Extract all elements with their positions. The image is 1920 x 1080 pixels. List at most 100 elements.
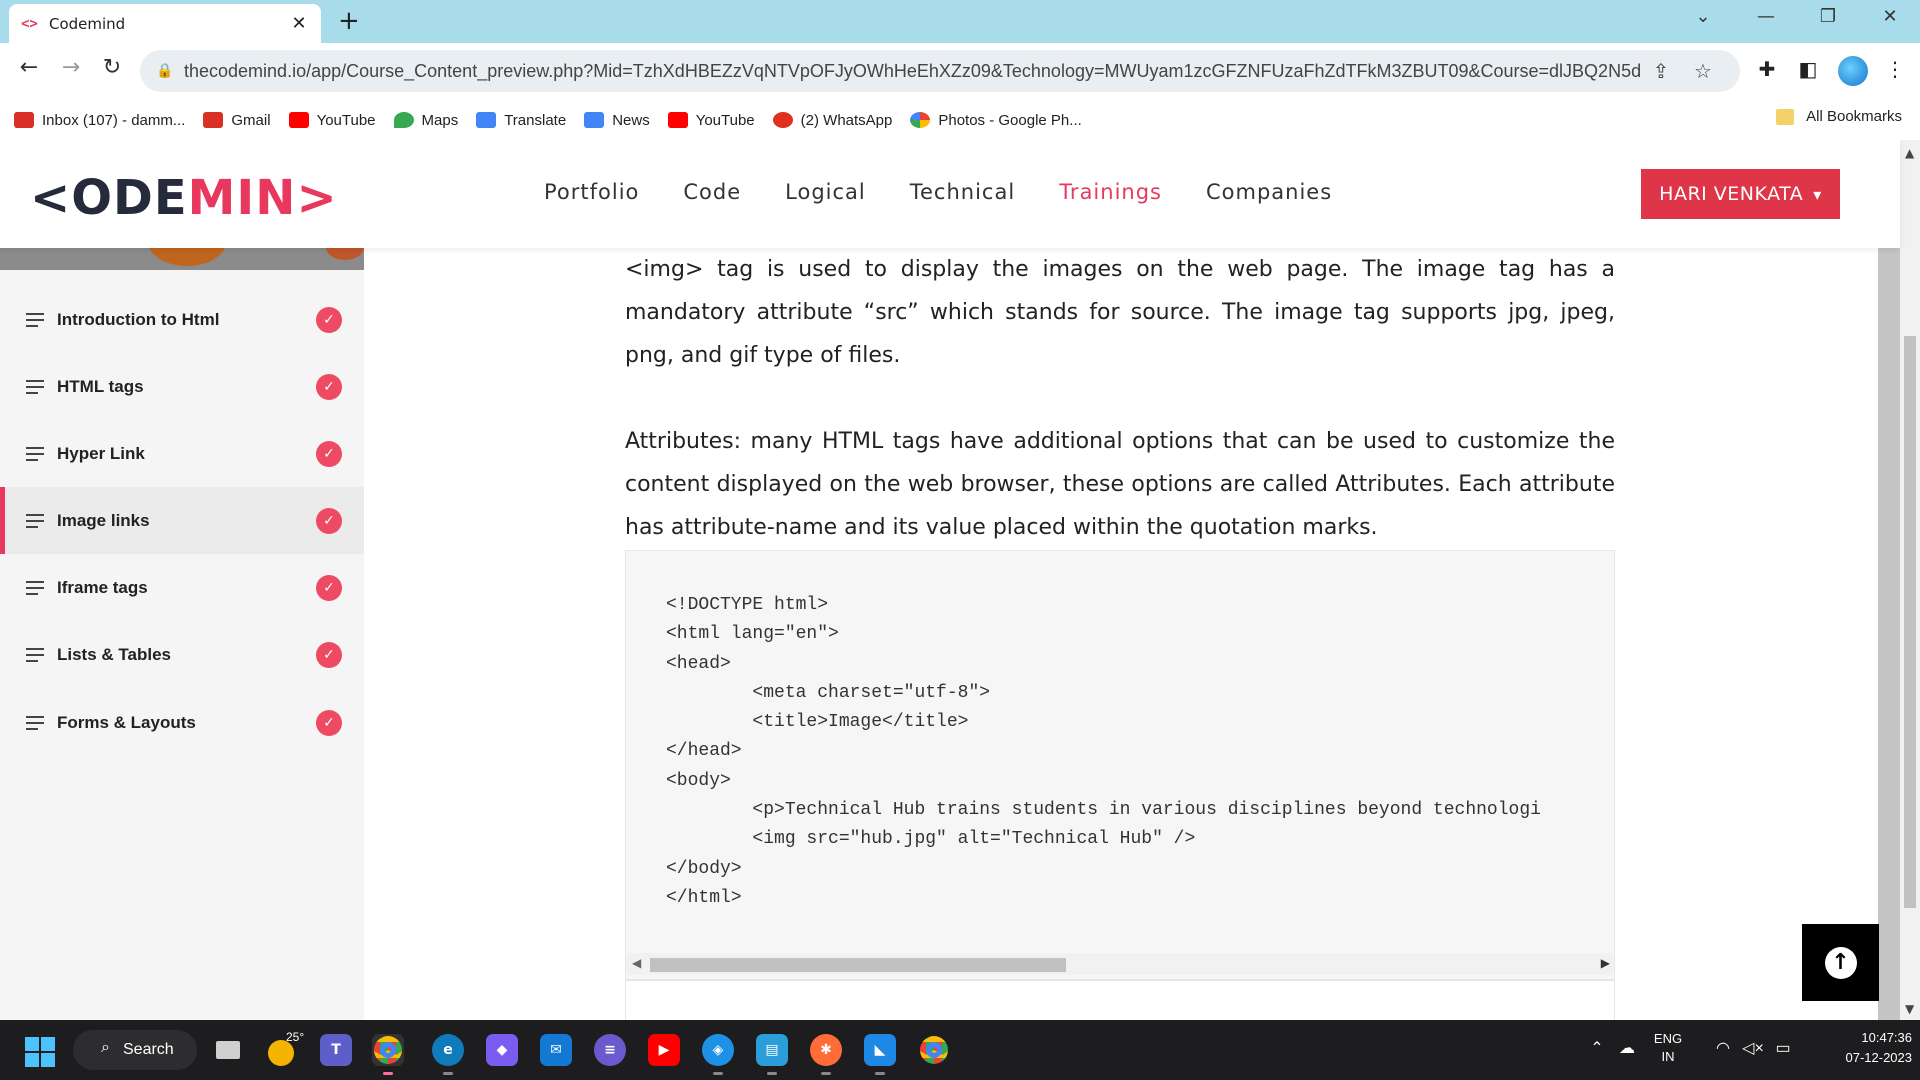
sidebar-item-label: HTML tags (57, 376, 144, 396)
tab-search-chevron-icon[interactable]: ⌄ (1680, 6, 1726, 27)
bookmark-item[interactable]: YouTube (288, 112, 376, 129)
bookmark-item[interactable]: Inbox (107) - damm... (14, 112, 185, 129)
bookmark-item[interactable]: News (584, 112, 650, 129)
back-arrow-icon[interactable]: ← (14, 55, 44, 80)
sidebar-item-label: Image links (57, 510, 150, 530)
user-menu-button[interactable]: HARI VENKATA ▾ (1641, 169, 1840, 219)
weather-temp: 25° (286, 1030, 305, 1044)
chrome-2-icon[interactable] (918, 1034, 950, 1066)
profile-avatar[interactable] (1838, 56, 1868, 86)
windows-start-icon[interactable] (25, 1037, 55, 1067)
sidebar-item-label: Forms & Layouts (57, 712, 196, 732)
nav-code[interactable]: Code (683, 180, 741, 204)
youtube-app-icon[interactable]: ▶ (648, 1034, 680, 1066)
notepad-icon[interactable]: ▤ (756, 1034, 788, 1066)
gmail-icon (14, 112, 34, 128)
sidebar-item-hyper-link[interactable]: Hyper Link ✓ (0, 420, 364, 487)
bookmark-item[interactable]: Gmail (203, 112, 271, 129)
wifi-icon[interactable]: ◠ (1708, 1038, 1738, 1058)
page-vertical-scrollbar[interactable]: ▲ ▼ (1900, 140, 1920, 1020)
list-lines-icon (26, 446, 46, 461)
sidebar-item-iframe-tags[interactable]: Iframe tags ✓ (0, 554, 364, 621)
nav-portfolio[interactable]: Portfolio (544, 180, 639, 204)
scrollbar-thumb[interactable] (1904, 336, 1916, 908)
speaker-muted-icon[interactable]: ◁× (1738, 1038, 1768, 1058)
nav-trainings[interactable]: Trainings (1059, 180, 1162, 204)
close-tab-icon[interactable]: ✕ (289, 13, 309, 34)
docker-icon[interactable]: ◈ (702, 1034, 734, 1066)
running-app-indicator (713, 1072, 723, 1075)
bookmark-item[interactable]: Maps (393, 112, 458, 129)
show-hidden-icons-icon[interactable]: ⌃ (1582, 1038, 1612, 1058)
wsl-icon[interactable]: ≡ (594, 1034, 626, 1066)
clock-date: 07-12-2023 (1845, 1050, 1913, 1065)
task-view-icon[interactable] (212, 1034, 244, 1066)
taskbar-search[interactable]: ⌕ Search (73, 1030, 197, 1070)
battery-icon[interactable]: ▭ (1768, 1038, 1798, 1058)
codemind-logo[interactable]: <ODEMIN> (30, 170, 338, 226)
language-indicator[interactable]: ENG IN (1648, 1030, 1688, 1066)
bookmark-item[interactable]: Photos - Google Ph... (910, 112, 1082, 129)
onedrive-icon[interactable]: ☁ (1612, 1038, 1642, 1058)
sidebar-item-introduction-to-html[interactable]: Introduction to Html ✓ (0, 286, 364, 353)
share-icon[interactable]: ⇪ (1640, 59, 1682, 83)
chrome-icon[interactable] (372, 1034, 404, 1066)
check-circle-icon: ✓ (316, 507, 342, 534)
bookmark-item[interactable]: YouTube (667, 112, 755, 129)
active-app-indicator (383, 1072, 393, 1075)
running-app-indicator (821, 1072, 831, 1075)
sidebar-item-image-links[interactable]: Image links ✓ (0, 487, 364, 554)
vscode-icon[interactable]: ◣ (864, 1034, 896, 1066)
code-text[interactable]: <!DOCTYPE html> <html lang="en"> <head> … (626, 551, 1614, 913)
youtube-icon (667, 112, 688, 128)
close-window-button[interactable]: ✕ (1867, 6, 1913, 27)
all-bookmarks-button[interactable]: All Bookmarks (1776, 108, 1902, 125)
back-to-top-button[interactable]: ↑ (1802, 924, 1879, 1001)
sidebar-item-label: Lists & Tables (57, 644, 171, 664)
bookmark-item[interactable]: Translate (476, 112, 566, 129)
restore-button[interactable]: ❐ (1805, 6, 1851, 27)
postman-icon[interactable]: ✱ (810, 1034, 842, 1066)
bookmark-star-icon[interactable]: ☆ (1682, 59, 1724, 83)
content-panel (625, 980, 1615, 1020)
check-circle-icon: ✓ (316, 709, 342, 736)
minimize-button[interactable]: — (1743, 6, 1789, 27)
scroll-right-icon[interactable]: ▶ (1601, 956, 1610, 970)
whatsapp-icon (772, 112, 793, 128)
scroll-left-icon[interactable]: ◀ (632, 956, 641, 970)
bookmark-item[interactable]: (2) WhatsApp (772, 112, 892, 129)
scroll-down-icon[interactable]: ▼ (1905, 1002, 1914, 1016)
reload-icon[interactable]: ↻ (97, 55, 127, 80)
nav-technical[interactable]: Technical (910, 180, 1015, 204)
scroll-up-icon[interactable]: ▲ (1905, 146, 1914, 160)
user-name: HARI VENKATA (1659, 183, 1804, 205)
copilot-icon[interactable]: ◆ (486, 1034, 518, 1066)
mail-icon[interactable]: ✉ (540, 1034, 572, 1066)
edge-icon[interactable]: e (432, 1034, 464, 1066)
nav-logical[interactable]: Logical (785, 180, 866, 204)
forward-arrow-icon[interactable]: → (56, 55, 86, 80)
browser-tab[interactable]: <> Codemind ✕ (9, 4, 321, 43)
sidebar-item-forms-layouts[interactable]: Forms & Layouts ✓ (0, 689, 364, 756)
code-horizontal-scrollbar[interactable]: ◀ ▶ (626, 953, 1614, 975)
site-info-icon[interactable]: 🔒 (156, 63, 184, 79)
address-bar[interactable]: 🔒 thecodemind.io/app/Course_Content_prev… (140, 50, 1740, 92)
scrollbar-thumb[interactable] (650, 958, 1066, 972)
extensions-puzzle-icon[interactable]: ✚ (1752, 57, 1782, 81)
code-block[interactable]: <!DOCTYPE html> <html lang="en"> <head> … (625, 550, 1615, 980)
url-text[interactable]: thecodemind.io/app/Course_Content_previe… (184, 61, 1640, 82)
sidebar-item-html-tags[interactable]: HTML tags ✓ (0, 353, 364, 420)
main-nav: Portfolio Code Logical Technical Trainin… (544, 180, 1376, 204)
taskbar-clock[interactable]: 10:47:36 07-12-2023 (1822, 1028, 1913, 1068)
running-app-indicator (875, 1072, 885, 1075)
nav-companies[interactable]: Companies (1206, 180, 1332, 204)
side-panel-icon[interactable]: ◧ (1793, 57, 1823, 81)
new-tab-button[interactable]: + (338, 6, 360, 36)
teams-icon[interactable]: T (320, 1034, 352, 1066)
system-tray: ⌃ ☁ ENG IN ◠ ◁× ▭ 10:47:36 07-12-2023 (1582, 1028, 1912, 1068)
sidebar-item-lists-tables[interactable]: Lists & Tables ✓ (0, 621, 364, 688)
list-lines-icon (26, 513, 46, 528)
news-icon (584, 112, 605, 128)
browser-menu-icon[interactable]: ⋮ (1880, 57, 1910, 81)
weather-widget[interactable]: 25° (268, 1030, 304, 1069)
